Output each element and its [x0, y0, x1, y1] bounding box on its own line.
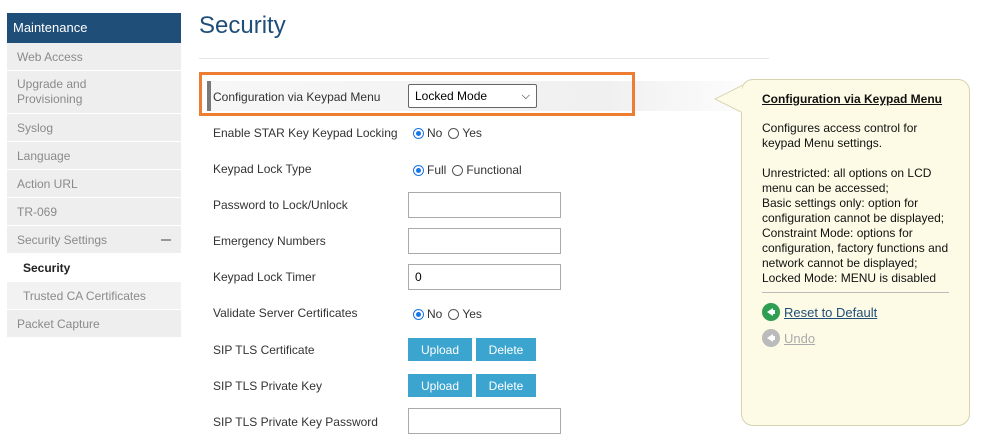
sidebar-item-label: Web Access: [17, 49, 83, 64]
tooltip-details: Unrestricted: all options on LCD menu ca…: [762, 166, 949, 286]
radio-label: Yes: [462, 307, 482, 321]
sidebar-item-syslog[interactable]: Syslog: [7, 114, 181, 142]
tls-cert-delete-button[interactable]: Delete: [476, 338, 536, 361]
radio-label: No: [427, 307, 443, 321]
validate-cert-radio-group: No Yes: [413, 307, 485, 321]
config-keypad-label: Configuration via Keypad Menu: [213, 90, 381, 104]
sidebar-item-label: Language: [17, 148, 71, 163]
collapse-icon[interactable]: [161, 238, 171, 241]
undo-label: Undo: [784, 330, 816, 346]
star-key-label: Enable STAR Key Keypad Locking: [213, 126, 398, 140]
tooltip-arrow-fill: [716, 86, 742, 112]
lock-timer-label: Keypad Lock Timer: [213, 270, 316, 284]
help-tooltip: Configuration via Keypad Menu Configures…: [741, 79, 970, 426]
chevron-down-icon: ⌵: [521, 89, 530, 102]
tooltip-detail-line: Basic settings only: option for configur…: [762, 196, 945, 225]
sidebar-item-label: Syslog: [17, 120, 54, 135]
password-input[interactable]: [408, 192, 561, 218]
sidebar-item-packet-capture[interactable]: Packet Capture: [7, 310, 181, 338]
radio-label: No: [427, 126, 443, 140]
tooltip-detail-line: Unrestricted: all options on LCD menu ca…: [762, 166, 932, 195]
tls-cert-label: SIP TLS Certificate: [213, 343, 315, 357]
sidebar-header-maintenance[interactable]: Maintenance: [7, 13, 181, 43]
sidebar-item-upgrade[interactable]: Upgrade and Provisioning: [7, 71, 181, 114]
sidebar-item-security[interactable]: Security: [7, 254, 181, 282]
validate-cert-label: Validate Server Certificates: [213, 306, 358, 320]
radio-label: Yes: [462, 126, 482, 140]
sidebar-item-web-access[interactable]: Web Access: [7, 43, 181, 71]
title-divider: [199, 58, 769, 59]
star-key-yes-radio[interactable]: [448, 127, 460, 139]
tls-key-upload-button[interactable]: Upload: [408, 374, 472, 397]
sidebar-item-label: Trusted CA Certificates: [23, 288, 146, 303]
sidebar-item-action-url[interactable]: Action URL: [7, 170, 181, 198]
select-value: Locked Mode: [415, 89, 488, 103]
star-key-radio-group: No Yes: [413, 126, 485, 140]
lock-type-label: Keypad Lock Type: [213, 162, 312, 176]
radio-label: Full: [427, 163, 447, 177]
tls-key-delete-button[interactable]: Delete: [476, 374, 536, 397]
tooltip-description: Configures access control for keypad Men…: [762, 121, 918, 150]
reset-to-default-link[interactable]: Reset to Default: [762, 303, 949, 321]
lock-timer-input[interactable]: 0: [408, 264, 561, 290]
lock-type-functional-radio[interactable]: [452, 164, 464, 176]
reset-label: Reset to Default: [784, 304, 878, 320]
emergency-numbers-input[interactable]: [408, 228, 561, 254]
sidebar-item-label: Upgrade and Provisioning: [17, 77, 87, 106]
sidebar-item-label: Security Settings: [17, 232, 108, 247]
undo-arrow-icon: [762, 329, 780, 347]
reset-arrow-icon: [762, 303, 780, 321]
page-title: Security: [199, 12, 286, 39]
sidebar-item-label: Action URL: [17, 176, 78, 191]
sidebar-item-tr069[interactable]: TR-069: [7, 198, 181, 226]
tls-key-label: SIP TLS Private Key: [213, 379, 322, 393]
config-keypad-select[interactable]: Locked Mode ⌵: [408, 84, 537, 108]
sidebar: Maintenance Web Access Upgrade and Provi…: [7, 13, 181, 338]
tls-key-password-input[interactable]: [408, 408, 561, 434]
validate-cert-yes-radio[interactable]: [448, 308, 460, 320]
password-label: Password to Lock/Unlock: [213, 198, 348, 212]
sidebar-item-language[interactable]: Language: [7, 142, 181, 170]
tooltip-detail-line: Locked Mode: MENU is disabled: [762, 271, 937, 285]
tls-key-password-label: SIP TLS Private Key Password: [213, 415, 378, 429]
sidebar-item-label: Security: [23, 260, 71, 275]
tooltip-detail-line: Constraint Mode: options for configurati…: [762, 226, 949, 270]
lock-type-full-radio[interactable]: [413, 164, 424, 176]
undo-link[interactable]: Undo: [762, 329, 949, 347]
sidebar-item-label: TR-069: [17, 204, 58, 219]
radio-label: Functional: [466, 163, 522, 177]
sidebar-item-security-settings[interactable]: Security Settings: [7, 226, 181, 254]
validate-cert-no-radio[interactable]: [413, 308, 424, 320]
tooltip-divider: [762, 292, 949, 293]
tooltip-title: Configuration via Keypad Menu: [762, 92, 943, 106]
star-key-no-radio[interactable]: [413, 127, 424, 139]
sidebar-item-trusted-ca[interactable]: Trusted CA Certificates: [7, 282, 181, 310]
emergency-label: Emergency Numbers: [213, 234, 326, 248]
sidebar-item-label: Packet Capture: [17, 316, 100, 331]
tls-cert-upload-button[interactable]: Upload: [408, 338, 472, 361]
lock-type-radio-group: Full Functional: [413, 163, 525, 177]
